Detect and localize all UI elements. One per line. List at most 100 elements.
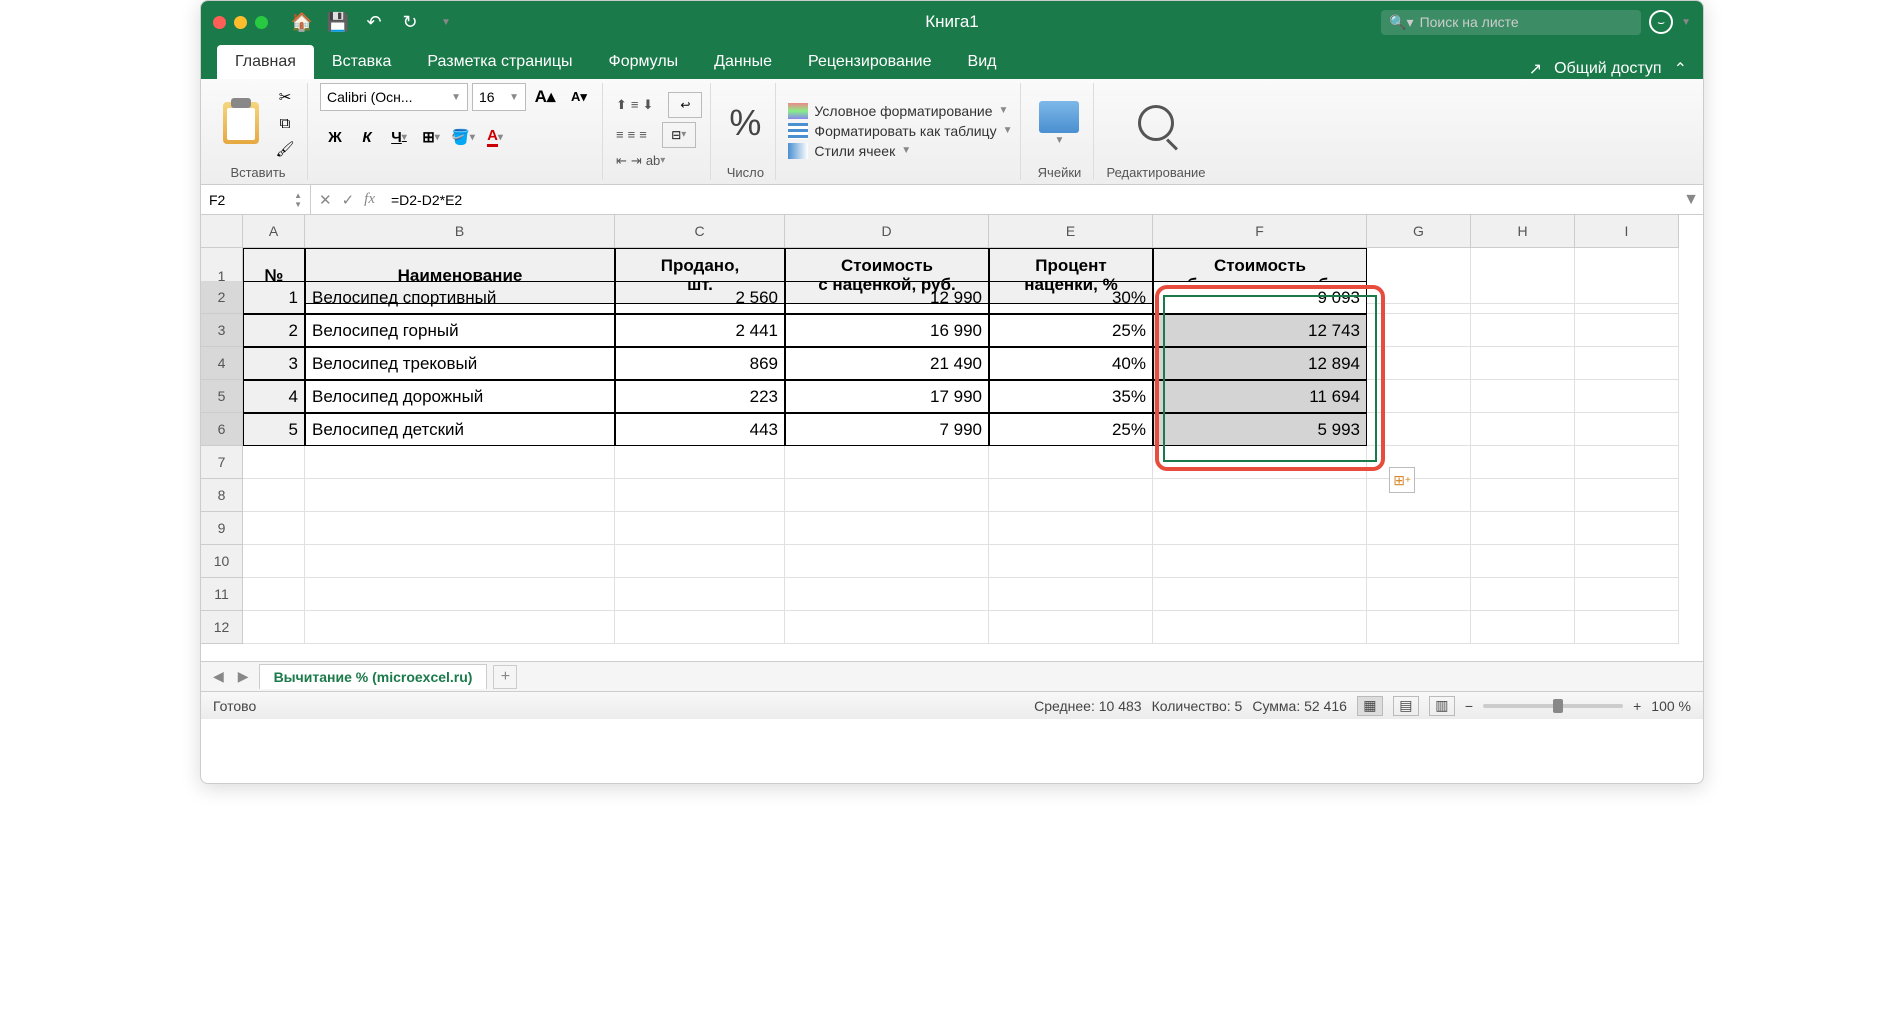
empty-cell[interactable]	[989, 512, 1153, 545]
copy-icon[interactable]: ⧉	[271, 112, 299, 134]
add-sheet-button[interactable]: +	[493, 665, 517, 689]
cell-A3[interactable]: 2	[243, 314, 305, 347]
empty-cell[interactable]	[1367, 479, 1471, 512]
spreadsheet-grid[interactable]: ABCDEFGHI1№НаименованиеПродано,шт.Стоимо…	[201, 215, 1703, 661]
empty-cell[interactable]	[989, 578, 1153, 611]
cell-F4[interactable]: 12 894	[1153, 347, 1367, 380]
empty-cell[interactable]	[1471, 347, 1575, 380]
align-left-icon[interactable]: ≡	[615, 122, 625, 148]
empty-cell[interactable]	[989, 611, 1153, 644]
cell-E3[interactable]: 25%	[989, 314, 1153, 347]
select-all-corner[interactable]	[201, 215, 243, 248]
row-header-2[interactable]: 2	[201, 281, 243, 314]
row-header-12[interactable]: 12	[201, 611, 243, 644]
cell-F2[interactable]: 9 093	[1153, 281, 1367, 314]
row-header-10[interactable]: 10	[201, 545, 243, 578]
empty-cell[interactable]	[1153, 545, 1367, 578]
empty-cell[interactable]	[1575, 380, 1679, 413]
tab-view[interactable]: Вид	[950, 45, 1015, 79]
cell-A5[interactable]: 4	[243, 380, 305, 413]
cell-B4[interactable]: Велосипед трековый	[305, 347, 615, 380]
empty-cell[interactable]	[615, 611, 785, 644]
empty-cell[interactable]	[305, 479, 615, 512]
empty-cell[interactable]	[1471, 545, 1575, 578]
home-icon[interactable]: 🏠	[288, 8, 316, 36]
empty-cell[interactable]	[989, 545, 1153, 578]
cell-B6[interactable]: Велосипед детский	[305, 413, 615, 446]
zoom-out-icon[interactable]: −	[1465, 698, 1473, 714]
empty-cell[interactable]	[1575, 545, 1679, 578]
row-header-4[interactable]: 4	[201, 347, 243, 380]
empty-cell[interactable]	[615, 479, 785, 512]
cell-F6[interactable]: 5 993	[1153, 413, 1367, 446]
empty-cell[interactable]	[1575, 446, 1679, 479]
col-header-B[interactable]: B	[305, 215, 615, 248]
name-box[interactable]: F2▲▼	[201, 185, 311, 214]
expand-formula-icon[interactable]: ▼	[1679, 191, 1703, 209]
empty-cell[interactable]	[785, 512, 989, 545]
fill-color-button[interactable]: 🪣▾	[448, 123, 478, 151]
underline-button[interactable]: Ч▾	[384, 123, 414, 151]
empty-cell[interactable]	[1367, 545, 1471, 578]
empty-cell[interactable]	[1153, 512, 1367, 545]
empty-cell[interactable]	[615, 578, 785, 611]
empty-cell[interactable]	[989, 479, 1153, 512]
share-button[interactable]: Общий доступ	[1554, 60, 1662, 78]
cell-C4[interactable]: 869	[615, 347, 785, 380]
orientation-icon[interactable]: ab▾	[645, 152, 667, 170]
cell-F5[interactable]: 11 694	[1153, 380, 1367, 413]
borders-button[interactable]: ⊞▾	[416, 123, 446, 151]
cell-B3[interactable]: Велосипед горный	[305, 314, 615, 347]
col-header-I[interactable]: I	[1575, 215, 1679, 248]
zoom-in-icon[interactable]: +	[1633, 698, 1641, 714]
merge-cells-icon[interactable]: ⊟▾	[662, 122, 696, 148]
empty-cell[interactable]	[305, 446, 615, 479]
tab-page-layout[interactable]: Разметка страницы	[409, 45, 590, 79]
cell-C6[interactable]: 443	[615, 413, 785, 446]
empty-cell[interactable]	[1575, 578, 1679, 611]
cell-D6[interactable]: 7 990	[785, 413, 989, 446]
col-header-G[interactable]: G	[1367, 215, 1471, 248]
minimize-window[interactable]	[234, 16, 247, 29]
empty-cell[interactable]	[1471, 578, 1575, 611]
close-window[interactable]	[213, 16, 226, 29]
align-top-icon[interactable]: ⬆	[615, 92, 628, 118]
cell-styles-button[interactable]: Стили ячеек ▼	[788, 143, 1012, 159]
empty-cell[interactable]	[1575, 314, 1679, 347]
indent-left-icon[interactable]: ⇤	[615, 152, 628, 170]
bold-button[interactable]: Ж	[320, 123, 350, 151]
empty-cell[interactable]	[1153, 479, 1367, 512]
empty-cell[interactable]	[243, 446, 305, 479]
empty-cell[interactable]	[1471, 413, 1575, 446]
sheet-next-icon[interactable]: ▶	[234, 668, 253, 685]
italic-button[interactable]: К	[352, 123, 382, 151]
editing-button[interactable]	[1132, 101, 1180, 145]
tab-formulas[interactable]: Формулы	[591, 45, 697, 79]
cell-C3[interactable]: 2 441	[615, 314, 785, 347]
empty-cell[interactable]	[615, 512, 785, 545]
empty-cell[interactable]	[1367, 611, 1471, 644]
empty-cell[interactable]	[1367, 413, 1471, 446]
align-bottom-icon[interactable]: ⬇	[642, 92, 655, 118]
empty-cell[interactable]	[243, 611, 305, 644]
empty-cell[interactable]	[305, 545, 615, 578]
shrink-font-icon[interactable]: A▾	[564, 83, 594, 111]
zoom-slider[interactable]	[1483, 704, 1623, 708]
empty-cell[interactable]	[1471, 611, 1575, 644]
autofill-options-icon[interactable]: ⊞+	[1389, 467, 1415, 493]
row-header-6[interactable]: 6	[201, 413, 243, 446]
empty-cell[interactable]	[305, 578, 615, 611]
save-icon[interactable]: 💾	[324, 8, 352, 36]
empty-cell[interactable]	[989, 446, 1153, 479]
paste-button[interactable]	[217, 98, 265, 148]
empty-cell[interactable]	[1367, 380, 1471, 413]
tab-insert[interactable]: Вставка	[314, 45, 409, 79]
cancel-formula-icon[interactable]: ✕	[319, 191, 332, 209]
maximize-window[interactable]	[255, 16, 268, 29]
format-painter-icon[interactable]: 🖌	[271, 138, 299, 160]
cell-E4[interactable]: 40%	[989, 347, 1153, 380]
qat-dropdown-icon[interactable]: ▼	[432, 8, 460, 36]
row-header-7[interactable]: 7	[201, 446, 243, 479]
empty-cell[interactable]	[1367, 578, 1471, 611]
search-input[interactable]: 🔍▾ Поиск на листе	[1381, 10, 1641, 35]
